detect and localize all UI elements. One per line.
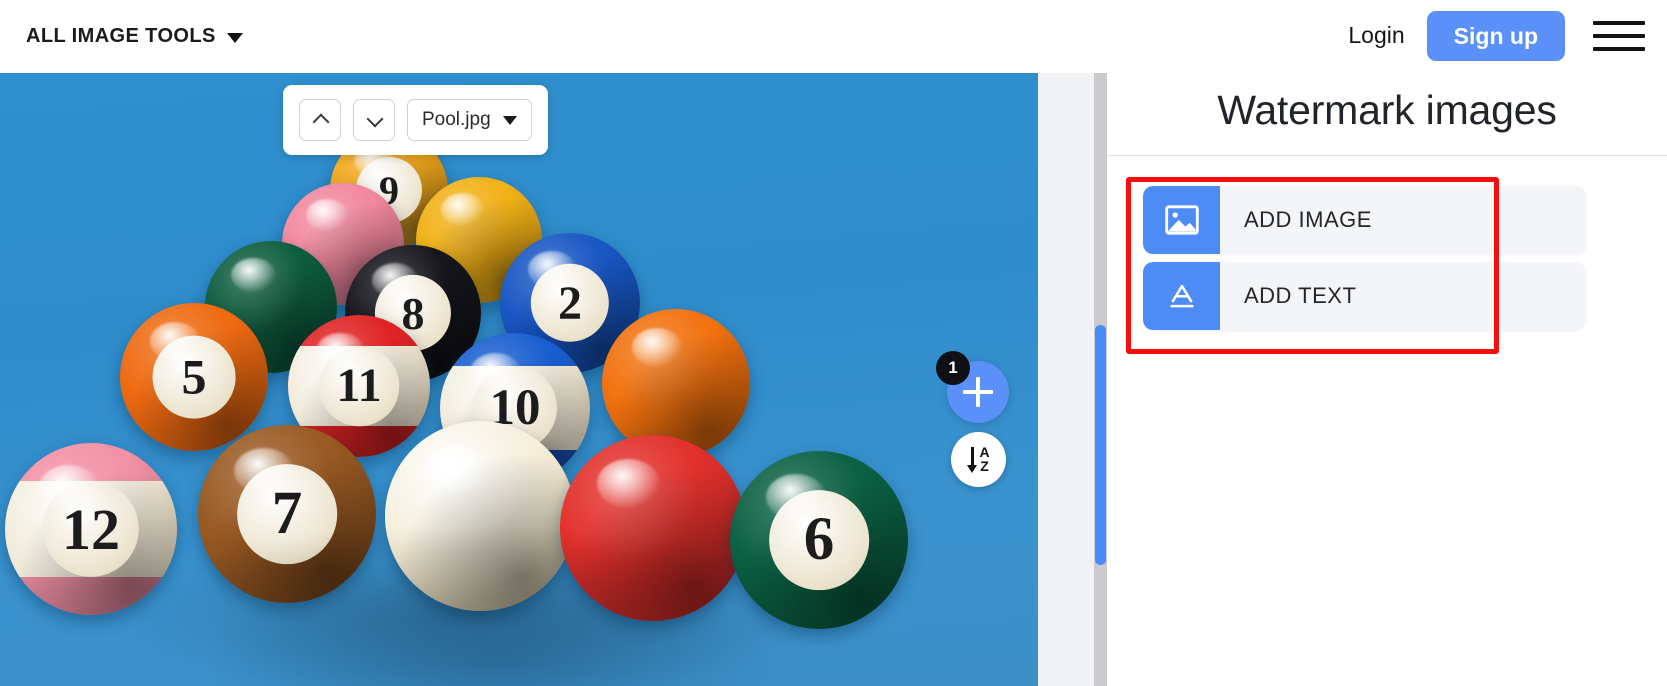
all-image-tools-label: ALL IMAGE TOOLS [26, 24, 216, 47]
ball-highlight [765, 474, 827, 521]
sort-letters: A Z [979, 445, 989, 474]
ball-number: 6 [769, 490, 869, 590]
pool-ball: 6 [730, 451, 908, 629]
ball-shading [560, 435, 746, 621]
ball-shading [602, 309, 750, 457]
ball-shading [416, 177, 542, 303]
ball-number: 2 [530, 263, 610, 343]
ball-highlight [149, 322, 200, 361]
ball-number: 9 [355, 156, 423, 224]
ball-highlight [231, 258, 277, 293]
chevron-up-icon [313, 113, 328, 128]
ball-shading [385, 421, 575, 611]
add-text-label: ADD TEXT [1244, 283, 1357, 308]
sort-images-button[interactable]: A Z [951, 432, 1006, 487]
sort-letter-z: Z [980, 457, 989, 474]
ball-number: 8 [374, 274, 452, 352]
ball-shading [282, 183, 404, 305]
add-image-label: ADD IMAGE [1244, 207, 1372, 232]
ball-highlight [631, 328, 682, 367]
ball-shading [440, 333, 590, 483]
down-arrow-icon [967, 446, 978, 473]
pool-ball [560, 435, 746, 621]
ball-shading [198, 425, 376, 603]
scrollbar-thumb[interactable] [1095, 325, 1106, 565]
pool-ball [416, 177, 542, 303]
chevron-down-icon [367, 113, 382, 128]
ball-stripe [5, 480, 177, 578]
file-navigation-toolbar: Pool.jpg [283, 85, 548, 155]
header-actions: Login Sign up [1326, 10, 1647, 62]
next-image-button[interactable] [353, 99, 395, 141]
hamburger-bar [1593, 33, 1645, 38]
site-header: ALL IMAGE TOOLS Login Sign up [0, 0, 1667, 73]
login-link[interactable]: Login [1326, 22, 1426, 49]
ball-shading [345, 245, 481, 381]
all-image-tools-menu[interactable]: ALL IMAGE TOOLS [26, 25, 243, 48]
add-text-button[interactable]: ADD TEXT [1143, 262, 1586, 330]
image-placeholder-icon [1143, 186, 1220, 254]
panel-divider [1107, 155, 1667, 156]
pool-ball: 5 [120, 303, 268, 451]
ball-highlight [441, 193, 485, 227]
ball-shading [730, 451, 908, 629]
pool-ball [205, 241, 337, 373]
ball-number: 12 [42, 480, 140, 578]
ball-shading [205, 241, 337, 373]
pool-ball: 8 [345, 245, 481, 381]
hamburger-menu-icon[interactable] [1591, 14, 1647, 58]
vertical-scrollbar[interactable] [1094, 73, 1107, 686]
ball-highlight [372, 262, 419, 299]
ball-number: 11 [319, 346, 399, 426]
pool-ball [602, 309, 750, 457]
ball-shading [288, 315, 430, 457]
file-select-dropdown[interactable]: Pool.jpg [407, 99, 532, 141]
sort-alpha-desc-icon: A Z [967, 445, 990, 474]
ball-highlight [470, 352, 521, 392]
ball-number: 7 [237, 464, 337, 564]
pool-ball [282, 183, 404, 305]
chevron-down-icon [226, 32, 243, 43]
ball-highlight [597, 459, 661, 508]
watermark-action-list: ADD IMAGE ADD TEXT [1143, 186, 1586, 330]
ball-shading [500, 233, 640, 373]
ball-highlight [528, 251, 576, 288]
caret-down-icon [502, 115, 517, 125]
page-title: Watermark images [1217, 87, 1557, 133]
pool-balls-photo: 9 8 2 5 11 10 12 7 6 [0, 73, 1038, 686]
selected-file-label: Pool.jpg [422, 109, 491, 130]
pool-ball [385, 421, 575, 611]
ball-highlight [306, 198, 348, 231]
pool-ball: 10 [440, 333, 590, 483]
image-canvas[interactable]: 9 8 2 5 11 10 12 7 6 [0, 73, 1038, 686]
workspace: 9 8 2 5 11 10 12 7 6 Pool.jpg 1 A Z Wate… [0, 73, 1667, 686]
ball-stripe [288, 346, 430, 426]
ball-number: 10 [473, 366, 557, 450]
ball-number: 5 [152, 335, 236, 419]
pool-ball: 7 [198, 425, 376, 603]
pool-ball: 11 [288, 315, 430, 457]
image-count-badge: 1 [936, 351, 970, 385]
ball-highlight [423, 445, 488, 496]
add-image-button[interactable]: ADD IMAGE [1143, 186, 1586, 254]
hamburger-bar [1593, 46, 1645, 51]
ball-shading [5, 443, 177, 615]
ball-stripe [440, 366, 590, 450]
pool-ball: 2 [500, 233, 640, 373]
plus-icon [963, 377, 993, 407]
pool-ball: 12 [5, 443, 177, 615]
ball-shading [120, 303, 268, 451]
hamburger-bar [1593, 20, 1645, 25]
tool-panel: Watermark images ADD IMAGE ADD TEXT [1107, 73, 1667, 686]
text-a-underline-icon [1143, 262, 1220, 330]
previous-image-button[interactable] [299, 99, 341, 141]
ball-highlight [316, 333, 365, 371]
ball-highlight [39, 465, 98, 511]
canvas-gutter [1038, 73, 1094, 686]
ball-highlight [233, 448, 295, 495]
signup-button[interactable]: Sign up [1426, 10, 1565, 62]
